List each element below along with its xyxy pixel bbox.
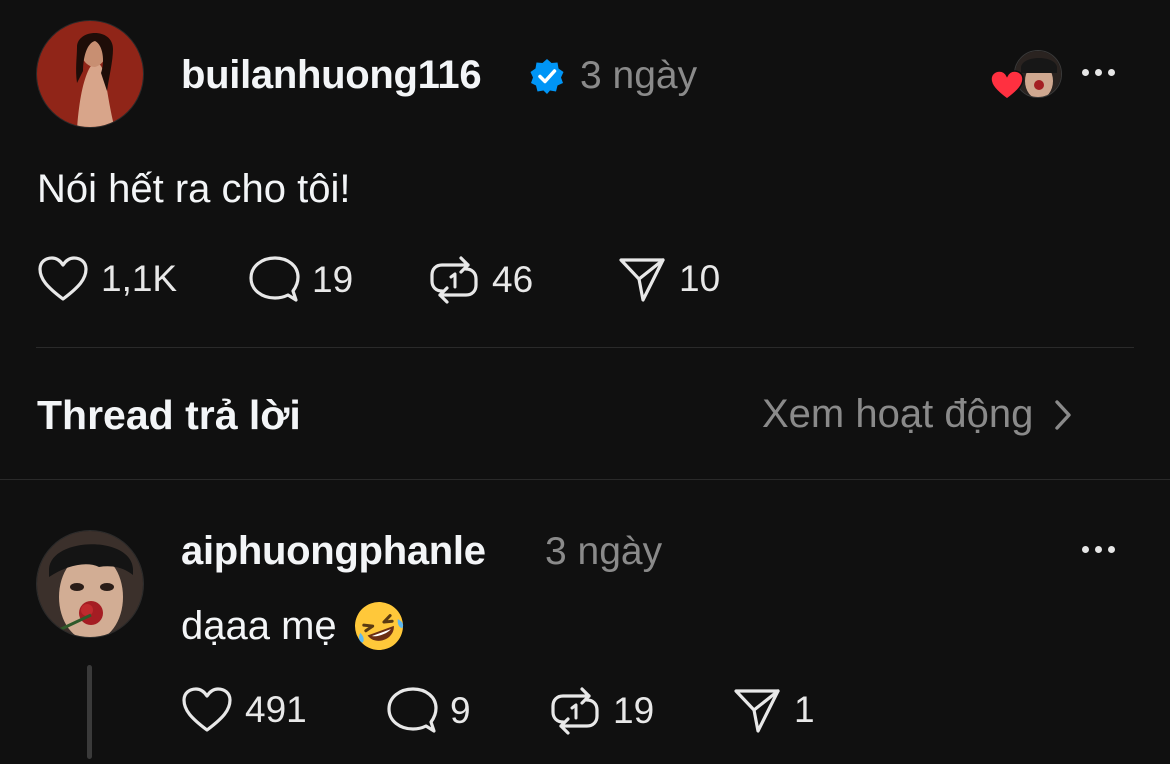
- reply-repost-count: 19: [613, 690, 655, 731]
- reply-text: dạaa mẹ: [181, 603, 337, 648]
- post-username[interactable]: builanhuong116: [181, 53, 482, 98]
- reply-author-avatar[interactable]: [36, 530, 144, 638]
- rolling-laughing-emoji-icon: [354, 602, 403, 650]
- reply-text-row: dạaa mẹ: [181, 598, 407, 654]
- reply-share-count: 1: [794, 689, 815, 730]
- post-like-count: 1,1K: [101, 258, 178, 299]
- post-share-button[interactable]: 10: [617, 255, 720, 303]
- reply-repost-button[interactable]: 19: [549, 686, 654, 736]
- post-share-count: 10: [679, 258, 721, 299]
- reply-reply-count: 9: [450, 690, 471, 731]
- repost-icon: [430, 256, 478, 304]
- reply-timestamp: 3 ngày: [545, 530, 663, 573]
- heart-icon: [990, 70, 1024, 100]
- heart-icon: [182, 687, 232, 732]
- post-author-avatar[interactable]: [36, 20, 144, 128]
- post-text: Nói hết ra cho tôi!: [37, 167, 351, 211]
- post-reply-button[interactable]: 19: [248, 255, 353, 305]
- reply-more-icon[interactable]: [1082, 546, 1115, 553]
- view-activity-label: Xem hoạt động: [762, 392, 1034, 436]
- reply-like-button[interactable]: 491: [181, 686, 307, 734]
- share-icon: [619, 258, 665, 302]
- chevron-right-icon: [1055, 399, 1072, 430]
- share-icon: [734, 689, 780, 733]
- view-activity-link[interactable]: Xem hoạt động: [762, 392, 1073, 437]
- reply-like-count: 491: [245, 689, 307, 730]
- comment-icon: [249, 256, 300, 302]
- divider: [0, 479, 1170, 480]
- heart-icon: [38, 256, 88, 301]
- reply-reply-button[interactable]: 9: [386, 686, 471, 736]
- post-repost-count: 46: [492, 259, 534, 300]
- verified-badge-icon: [530, 59, 564, 94]
- repost-icon: [551, 687, 599, 735]
- replies-section-title: Thread trả lời: [37, 392, 301, 438]
- post-timestamp: 3 ngày: [580, 54, 698, 97]
- comment-icon: [387, 687, 438, 733]
- post-reply-count: 19: [312, 259, 354, 300]
- post-more-icon[interactable]: [1082, 69, 1115, 76]
- post-like-button[interactable]: 1,1K: [37, 255, 177, 303]
- reply-share-button[interactable]: 1: [732, 686, 815, 734]
- post-repost-button[interactable]: 46: [428, 255, 533, 305]
- thread-connector-line: [87, 665, 92, 759]
- reply-username[interactable]: aiphuongphanle: [181, 529, 486, 574]
- divider: [36, 347, 1134, 348]
